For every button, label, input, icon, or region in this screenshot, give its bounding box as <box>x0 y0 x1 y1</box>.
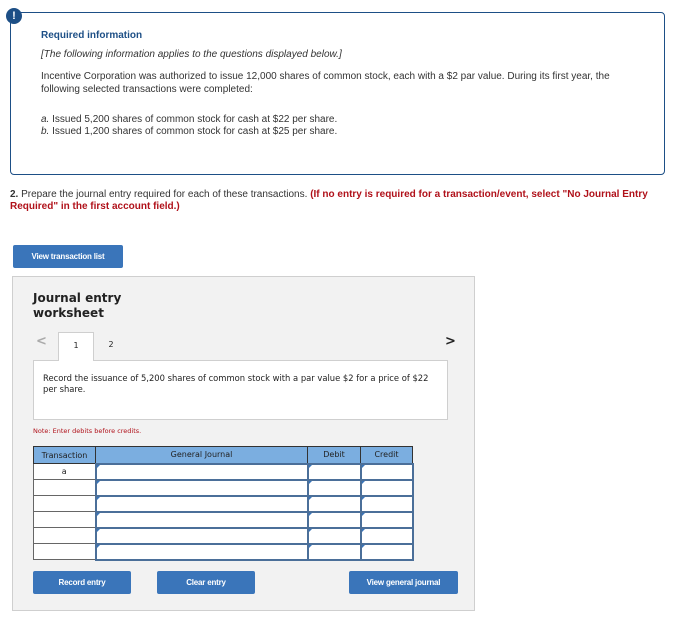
transaction-cell <box>33 511 96 528</box>
transaction-item: a. Issued 5,200 shares of common stock f… <box>41 114 338 125</box>
debit-input[interactable] <box>306 510 362 529</box>
header-credit: Credit <box>360 446 413 464</box>
question-prompt: 2. Prepare the journal entry required fo… <box>10 189 648 212</box>
exclamation-icon: ! <box>6 8 22 24</box>
table-row <box>33 542 414 561</box>
header-general-journal: General Journal <box>95 446 308 464</box>
credit-input[interactable] <box>359 510 414 529</box>
transaction-cell: a <box>33 463 96 480</box>
transaction-cell <box>33 495 96 512</box>
account-input[interactable] <box>94 494 309 513</box>
account-input[interactable] <box>94 542 309 561</box>
debits-note: Note: Enter debits before credits. <box>33 427 142 435</box>
table-row <box>33 510 414 529</box>
account-input[interactable] <box>94 478 309 497</box>
credit-input[interactable] <box>359 494 414 513</box>
journal-table: Transaction General Journal Debit Credit… <box>33 446 414 561</box>
table-row: a <box>33 462 414 481</box>
info-title: Required information <box>41 30 143 41</box>
transaction-cell <box>33 527 96 544</box>
chevron-left-icon[interactable]: < <box>36 334 47 349</box>
header-debit: Debit <box>307 446 361 464</box>
info-italic-note: [The following information applies to th… <box>41 49 342 60</box>
credit-input[interactable] <box>359 526 414 545</box>
transaction-cell <box>33 479 96 496</box>
transaction-cell <box>33 543 96 560</box>
table-header-row: Transaction General Journal Debit Credit <box>33 446 413 464</box>
chevron-right-icon[interactable]: > <box>445 334 456 349</box>
view-transaction-list-button[interactable]: View transaction list <box>13 245 123 268</box>
credit-input[interactable] <box>359 478 414 497</box>
required-information-box: Required information [The following info… <box>10 12 665 175</box>
credit-input[interactable] <box>359 462 414 481</box>
clear-entry-button[interactable]: Clear entry <box>157 571 255 594</box>
record-entry-button[interactable]: Record entry <box>33 571 131 594</box>
debit-input[interactable] <box>306 526 362 545</box>
account-input[interactable] <box>94 526 309 545</box>
journal-entry-worksheet: Journal entry worksheet < 1 2 > Record t… <box>12 276 475 611</box>
worksheet-tab-2[interactable]: 2 <box>93 332 129 361</box>
transaction-item: b. Issued 1,200 shares of common stock f… <box>41 126 338 137</box>
worksheet-tab-1[interactable]: 1 <box>58 332 94 361</box>
credit-input[interactable] <box>359 542 414 561</box>
table-row <box>33 478 414 497</box>
info-paragraph: Incentive Corporation was authorized to … <box>41 71 610 95</box>
debit-input[interactable] <box>306 494 362 513</box>
account-input[interactable] <box>94 510 309 529</box>
account-input[interactable] <box>94 462 309 481</box>
entry-description: Record the issuance of 5,200 shares of c… <box>33 360 448 420</box>
debit-input[interactable] <box>306 542 362 561</box>
view-general-journal-button[interactable]: View general journal <box>349 571 458 594</box>
table-row <box>33 494 414 513</box>
debit-input[interactable] <box>306 462 362 481</box>
header-transaction: Transaction <box>33 446 96 464</box>
transaction-list: a. Issued 5,200 shares of common stock f… <box>41 114 634 138</box>
worksheet-title: Journal entry worksheet <box>33 291 122 320</box>
debit-input[interactable] <box>306 478 362 497</box>
table-row <box>33 526 414 545</box>
